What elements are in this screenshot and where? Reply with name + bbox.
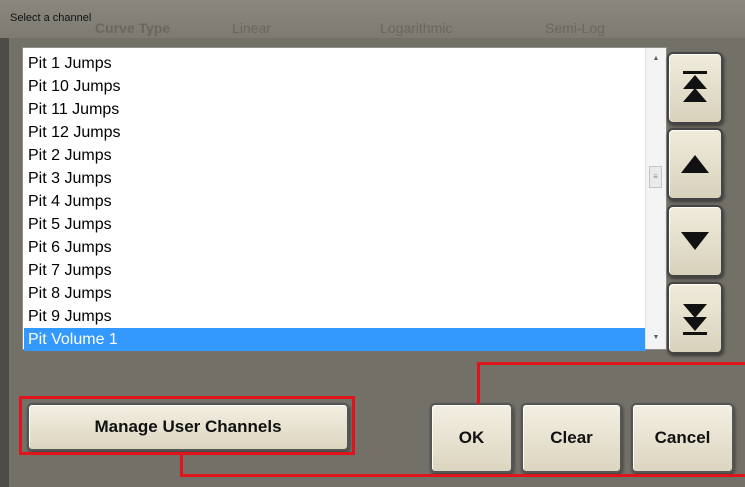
- channel-list-item[interactable]: Pit 8 Jumps: [24, 282, 646, 305]
- channel-list-item[interactable]: Pit 1 Jumps: [24, 52, 646, 75]
- scroll-down-button[interactable]: [667, 205, 723, 277]
- channel-list-item[interactable]: Pit 4 Jumps: [24, 190, 646, 213]
- scroll-up-button[interactable]: [667, 128, 723, 200]
- channel-list-item[interactable]: Pit 7 Jumps: [24, 259, 646, 282]
- highlight-connector: [180, 452, 183, 476]
- background-label-linear: Linear: [232, 20, 271, 36]
- scroll-top-button[interactable]: [667, 52, 723, 124]
- up-arrow-icon: [681, 155, 709, 173]
- scroll-bottom-button[interactable]: [667, 282, 723, 354]
- channel-list-item[interactable]: Pit 11 Jumps: [24, 98, 646, 121]
- channel-list[interactable]: Pit 1 Jumps Pit 10 Jumps Pit 11 Jumps Pi…: [22, 47, 667, 351]
- background-label-curve-type: Curve Type: [95, 20, 171, 36]
- highlight-connector: [477, 362, 745, 365]
- scrollbar-thumb[interactable]: ≡: [649, 166, 662, 188]
- channel-list-item[interactable]: Pit 3 Jumps: [24, 167, 646, 190]
- channel-list-item-selected[interactable]: Pit Volume 1: [24, 328, 646, 351]
- clear-button[interactable]: Clear: [521, 403, 622, 473]
- scroll-down-arrow-icon[interactable]: ▼: [646, 331, 666, 345]
- channel-list-item[interactable]: Pit 5 Jumps: [24, 213, 646, 236]
- dialog-title-bar: Select a channel Curve Type Linear Logar…: [0, 0, 745, 38]
- background-label-semi-log: Semi-Log: [545, 20, 605, 36]
- highlight-connector: [180, 474, 745, 477]
- double-up-arrow-icon: [683, 71, 707, 102]
- channel-list-item[interactable]: Pit 6 Jumps: [24, 236, 646, 259]
- highlight-box-manage: [19, 396, 355, 455]
- channel-list-item[interactable]: Pit 10 Jumps: [24, 75, 646, 98]
- channel-list-items: Pit 1 Jumps Pit 10 Jumps Pit 11 Jumps Pi…: [24, 52, 646, 351]
- scroll-up-arrow-icon[interactable]: ▲: [646, 52, 666, 66]
- cancel-button[interactable]: Cancel: [631, 403, 734, 473]
- double-down-arrow-icon: [683, 304, 707, 335]
- channel-list-item[interactable]: Pit 9 Jumps: [24, 305, 646, 328]
- background-label-logarithmic: Logarithmic: [380, 20, 453, 36]
- channel-list-item[interactable]: Pit 2 Jumps: [24, 144, 646, 167]
- down-arrow-icon: [681, 232, 709, 250]
- window-left-border: [0, 38, 9, 487]
- dialog-title: Select a channel: [10, 12, 92, 24]
- list-scrollbar[interactable]: ▲ ≡ ▼: [645, 48, 666, 349]
- highlight-connector: [477, 362, 480, 404]
- channel-list-item[interactable]: Pit 12 Jumps: [24, 121, 646, 144]
- ok-button[interactable]: OK: [430, 403, 513, 473]
